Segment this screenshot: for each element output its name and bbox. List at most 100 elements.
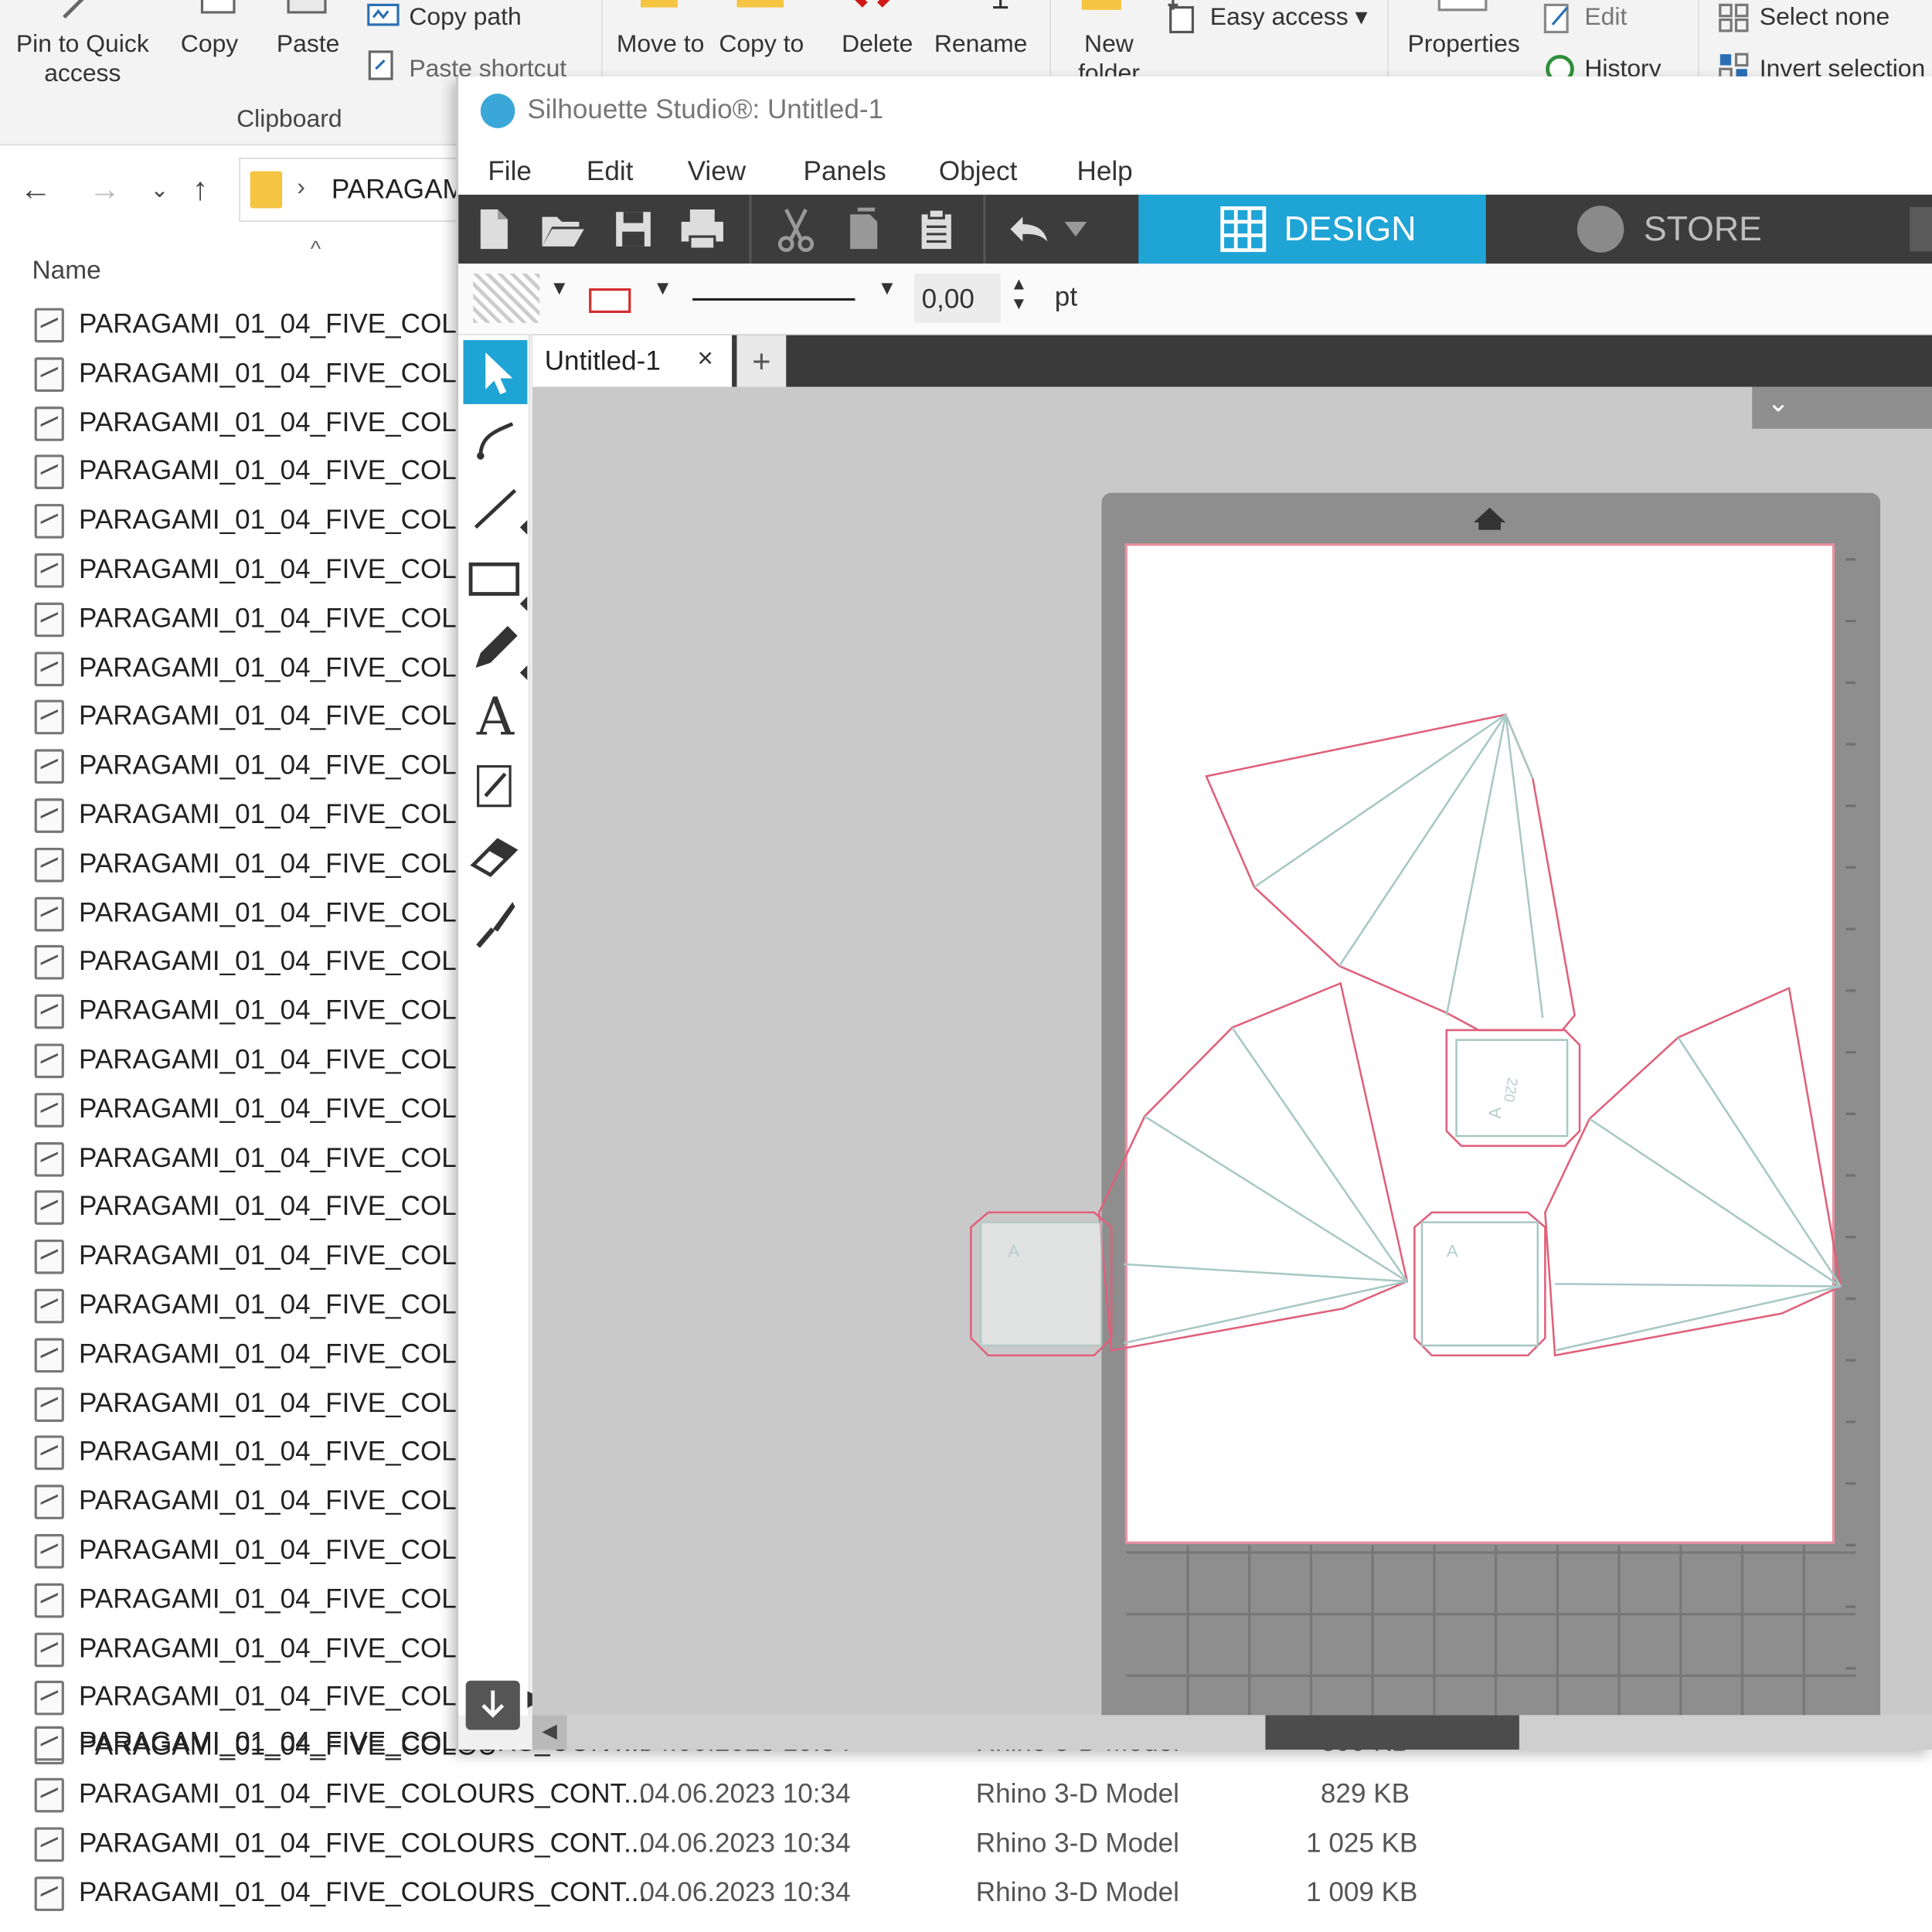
easy-access-icon xyxy=(1168,0,1194,34)
fill-pattern-swatch[interactable] xyxy=(473,273,540,323)
rhino-file-icon xyxy=(34,1288,64,1324)
undo-dropdown-icon[interactable] xyxy=(1057,202,1094,256)
rectangle-tool[interactable] xyxy=(463,547,528,611)
horizontal-scrollbar[interactable]: ◀ xyxy=(532,1715,1932,1750)
forward-arrow-icon[interactable]: → xyxy=(89,170,121,208)
rhino-file-icon xyxy=(34,357,64,392)
rhino-file-icon xyxy=(34,1534,64,1569)
delete-button[interactable]: Delete xyxy=(833,29,922,59)
up-arrow-icon[interactable]: ↑ xyxy=(192,170,209,208)
rename-button[interactable]: Rename xyxy=(927,29,1035,59)
undo-icon[interactable] xyxy=(1001,202,1055,256)
copy-to-button[interactable]: Copy to xyxy=(717,29,806,59)
eraser-tool[interactable] xyxy=(463,823,527,887)
rhino-file-icon xyxy=(34,308,64,343)
knife-tool[interactable] xyxy=(463,892,527,956)
recent-locations-chevron-icon[interactable]: ⌄ xyxy=(151,178,169,203)
menu-panels[interactable]: Panels xyxy=(804,155,886,187)
file-name: PARAGAMI_01_04_FIVE_COLOU xyxy=(79,454,498,486)
file-name: PARAGAMI_01_04_FIVE_COLOU xyxy=(79,1485,498,1516)
move-to-button[interactable]: Move to xyxy=(616,29,705,59)
tab-store[interactable]: STORE xyxy=(1485,194,1932,264)
paper-sheet xyxy=(1124,543,1835,1544)
file-name: PARAGAMI_01_04_FIVE_COLOU xyxy=(79,994,498,1026)
tab-untitled-1[interactable]: Untitled-1 × xyxy=(532,335,733,387)
easy-access-button[interactable]: Easy access ▾ xyxy=(1210,2,1368,32)
select-none-button[interactable]: Select none xyxy=(1760,2,1889,32)
toolbar-divider xyxy=(749,194,752,264)
pin-to-quick-access-button[interactable]: Pin to Quick access xyxy=(5,29,160,89)
line-width-input[interactable]: 0,00 xyxy=(914,273,1001,323)
save-icon[interactable] xyxy=(606,202,660,256)
scissors-icon[interactable] xyxy=(769,202,823,256)
library-download-icon[interactable] xyxy=(465,1680,520,1730)
file-name: PARAGAMI_01_04_FIVE_COLOU xyxy=(79,553,498,584)
file-name: PARAGAMI_01_04_FIVE_COLOU xyxy=(79,1190,498,1222)
design-canvas[interactable]: A 220 A A xyxy=(532,386,1932,1738)
menu-view[interactable]: View xyxy=(688,155,746,187)
text-tool[interactable]: A xyxy=(463,685,527,749)
rhino-file-icon xyxy=(34,1631,64,1667)
paste-button[interactable]: Paste xyxy=(264,29,352,59)
menu-help[interactable]: Help xyxy=(1077,155,1133,187)
cutting-mat-view: A 220 A A xyxy=(970,492,1881,1738)
pencil-tool[interactable] xyxy=(463,616,528,681)
list-item[interactable]: PARAGAMI_01_04_FIVE_COLOURS_CONT...04.06… xyxy=(0,1820,1932,1869)
paste-shortcut-icon xyxy=(368,50,393,80)
line-width-stepper[interactable]: ▲ ▼ xyxy=(1010,274,1027,313)
edit-button[interactable]: Edit xyxy=(1584,2,1627,32)
trace-tool[interactable] xyxy=(463,754,527,818)
open-folder-icon[interactable] xyxy=(535,202,589,256)
file-name: PARAGAMI_01_04_FIVE_COLOU xyxy=(79,1631,498,1663)
close-icon[interactable]: × xyxy=(697,342,713,374)
line-tool[interactable] xyxy=(463,478,528,543)
line-color-chevron-icon[interactable]: ▼ xyxy=(653,278,672,301)
fill-dropdown-chevron-icon[interactable]: ▼ xyxy=(549,278,569,301)
breadcrumb-segment[interactable]: PARAGAMI xyxy=(332,174,473,206)
line-style-preview[interactable] xyxy=(692,298,855,301)
select-tool[interactable] xyxy=(463,340,528,404)
rectangle-icon xyxy=(468,562,528,611)
tab-design[interactable]: DESIGN xyxy=(1138,194,1486,264)
menu-edit[interactable]: Edit xyxy=(587,155,633,187)
new-document-icon[interactable] xyxy=(466,202,520,256)
print-icon[interactable] xyxy=(675,202,730,256)
list-item[interactable]: PARAGAMI_01_04_FIVE_COLOURS_CONT...04.06… xyxy=(0,1869,1932,1918)
rhino-file-icon xyxy=(34,1583,64,1618)
breadcrumb-chevron-icon: › xyxy=(297,173,305,201)
copy-icon[interactable] xyxy=(838,202,892,256)
scroll-left-arrow-icon[interactable]: ◀ xyxy=(532,1715,567,1750)
clipboard-icon[interactable] xyxy=(910,202,964,256)
fold-line xyxy=(979,1221,1103,1347)
file-name: PARAGAMI_01_04_FIVE_COLOU xyxy=(79,1092,498,1124)
file-type: Rhino 3-D Model xyxy=(975,1777,1179,1809)
document-tab-bar: Untitled-1 × + xyxy=(532,335,1932,387)
name-column-header[interactable]: Name xyxy=(32,257,100,286)
scrollbar-thumb[interactable] xyxy=(1265,1715,1519,1750)
rhino-file-icon xyxy=(34,1043,64,1079)
file-name: PARAGAMI_01_04_FIVE_COLOU xyxy=(79,1043,498,1075)
panel-collapse-chevron-icon[interactable]: ⌄ xyxy=(1752,386,1932,429)
copy-button[interactable]: Copy xyxy=(170,29,249,59)
menu-object[interactable]: Object xyxy=(939,155,1017,187)
new-tab-plus-icon[interactable]: + xyxy=(736,335,787,387)
back-arrow-icon[interactable]: ← xyxy=(20,170,52,208)
copy-path-button[interactable]: Copy path xyxy=(409,2,521,32)
rename-label: Rename xyxy=(934,30,1028,58)
extra-tab-stub[interactable] xyxy=(1910,206,1932,252)
address-bar[interactable]: › PARAGAMI xyxy=(239,158,486,222)
properties-button[interactable]: Properties xyxy=(1400,29,1528,59)
line-color-swatch[interactable] xyxy=(589,288,631,313)
rhino-file-icon xyxy=(34,1777,64,1813)
file-name: PARAGAMI_01_04_FIVE_COLOU xyxy=(79,1141,498,1173)
file-name: PARAGAMI_01_04_FIVE_COLOU xyxy=(79,1436,498,1467)
line-style-chevron-icon[interactable]: ▼ xyxy=(877,278,896,301)
file-name: PARAGAMI_01_04_FIVE_COLOU xyxy=(79,504,498,536)
list-item[interactable]: PARAGAMI_01_04_FIVE_COLOURS_CONT...04.06… xyxy=(0,1770,1932,1820)
point-edit-tool[interactable] xyxy=(463,406,527,471)
title-bar: Silhouette Studio®: Untitled-1 xyxy=(458,76,1932,146)
menu-file[interactable]: File xyxy=(488,155,532,187)
trace-icon xyxy=(477,765,512,808)
pin-label: Pin to Quick access xyxy=(15,30,149,88)
properties-icon xyxy=(1437,0,1488,12)
